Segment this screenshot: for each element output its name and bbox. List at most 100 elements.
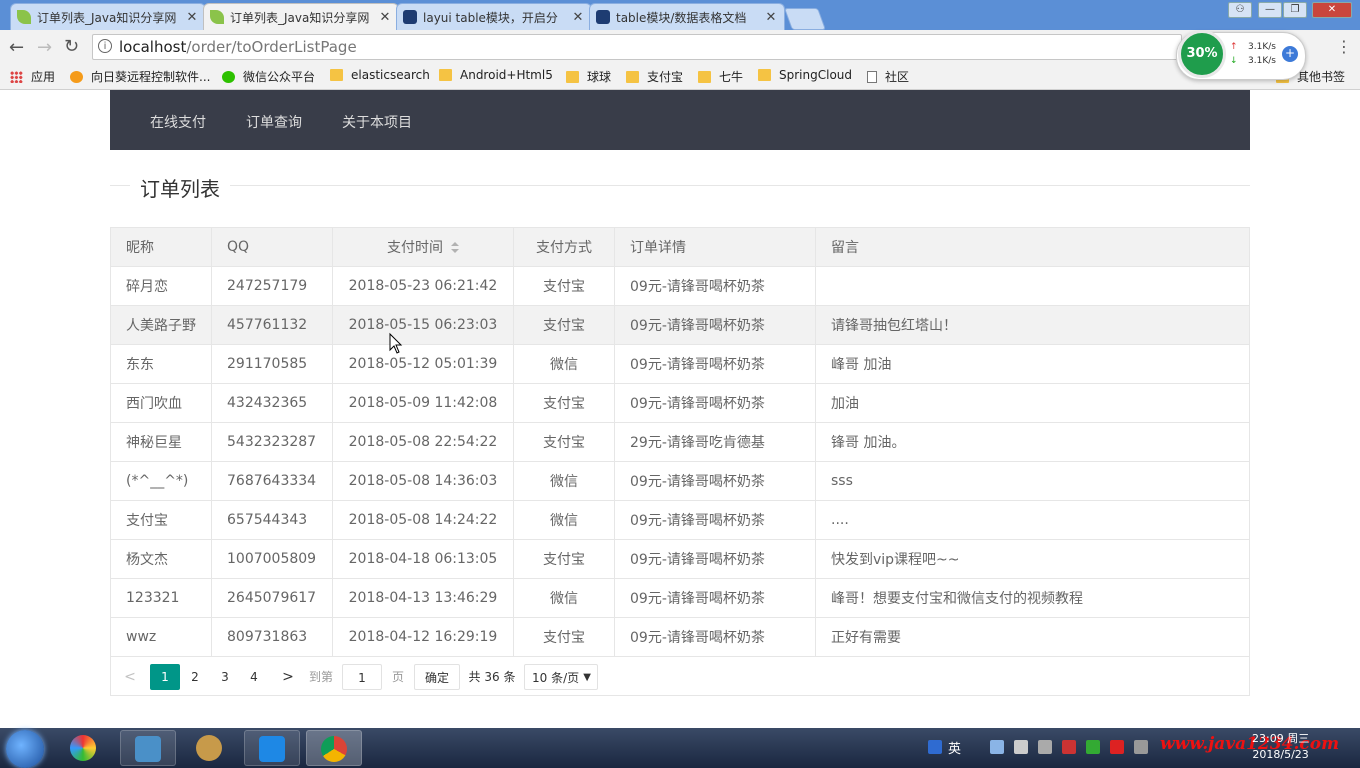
page-1[interactable]: 1 bbox=[150, 664, 180, 690]
confirm-button[interactable]: 确定 bbox=[414, 664, 460, 690]
bookmark-qiuqiu[interactable]: 球球 bbox=[566, 68, 611, 85]
user-icon[interactable]: ⚇ bbox=[1228, 2, 1252, 18]
bookmark-alipay[interactable]: 支付宝 bbox=[626, 68, 683, 85]
tab-1[interactable]: 订单列表_Java知识分享网 ✕ bbox=[10, 3, 206, 30]
cell-order-detail: 09元-请锋哥喝杯奶茶 bbox=[614, 578, 816, 618]
table-row: 神秘巨星 5432323287 2018-05-08 22:54:22 支付宝 29元-… bbox=[110, 422, 1250, 462]
col-pay-time[interactable]: 支付时间 bbox=[332, 227, 514, 267]
tray-icon[interactable] bbox=[990, 740, 1004, 754]
cell-pay-time: 2018-04-18 06:13:05 bbox=[332, 539, 514, 579]
doc-favicon-icon bbox=[596, 10, 610, 24]
bookmark-community[interactable]: 社区 bbox=[867, 68, 909, 85]
bookmark-qiniu[interactable]: 七牛 bbox=[698, 68, 743, 85]
maximize-button[interactable]: ❐ bbox=[1283, 2, 1307, 18]
cell-pay-time: 2018-05-08 22:54:22 bbox=[332, 422, 514, 462]
folder-icon bbox=[566, 70, 579, 83]
wps-icon bbox=[259, 736, 285, 762]
taskbar-app-wps[interactable] bbox=[244, 730, 300, 766]
shield-icon[interactable] bbox=[1086, 740, 1100, 754]
cell-message: 锋哥 加油。 bbox=[815, 422, 1250, 462]
cell-pay-time: 2018-04-12 16:29:19 bbox=[332, 617, 514, 657]
cell-pay-time: 2018-05-08 14:36:03 bbox=[332, 461, 514, 501]
plus-icon[interactable]: + bbox=[1282, 46, 1298, 62]
cell-message: 请锋哥抽包红塔山！ bbox=[815, 305, 1250, 345]
folder-icon bbox=[698, 70, 711, 83]
info-icon[interactable]: i bbox=[98, 39, 112, 53]
cell-pay-method: 支付宝 bbox=[513, 422, 615, 462]
minimize-button[interactable]: — bbox=[1258, 2, 1282, 18]
cell-message: 加油 bbox=[815, 383, 1250, 423]
forward-icon[interactable]: → bbox=[37, 37, 52, 58]
cell-nickname: 西门吹血 bbox=[110, 383, 212, 423]
url-text[interactable]: localhost/order/toOrderListPage bbox=[119, 38, 357, 56]
sort-icon[interactable] bbox=[451, 242, 459, 254]
gear-icon bbox=[196, 735, 222, 761]
back-icon[interactable]: ← bbox=[9, 37, 24, 58]
chrome-icon bbox=[321, 736, 347, 762]
cell-pay-method: 支付宝 bbox=[513, 617, 615, 657]
bookmark-springcloud[interactable]: SpringCloud bbox=[758, 68, 852, 82]
goto-page-input[interactable]: 1 bbox=[342, 664, 382, 690]
cell-pay-method: 微信 bbox=[513, 344, 615, 384]
menu-icon[interactable]: ⋮ bbox=[1336, 37, 1352, 56]
page-icon bbox=[867, 70, 877, 83]
next-page-icon[interactable]: > bbox=[278, 664, 298, 690]
total-count: 共 36 条 bbox=[468, 670, 516, 684]
close-icon[interactable]: ✕ bbox=[764, 10, 778, 25]
page-size-select[interactable]: 10 条/页 ▼ bbox=[524, 664, 598, 690]
bookmark-wechat[interactable]: 微信公众平台 bbox=[222, 68, 315, 85]
cell-order-detail: 09元-请锋哥喝杯奶茶 bbox=[614, 539, 816, 579]
tab-4[interactable]: table模块/数据表格文档 ✕ bbox=[589, 3, 785, 30]
cell-pay-method: 微信 bbox=[513, 461, 615, 501]
apps-icon bbox=[10, 70, 23, 83]
tab-title: layui table模块，开启分 bbox=[423, 10, 558, 25]
ime-icon[interactable] bbox=[928, 740, 942, 754]
clock[interactable]: 23:09 周三 2018/5/23 bbox=[1252, 731, 1309, 763]
taskbar-app-eclipse[interactable] bbox=[182, 730, 238, 766]
ime-indicator[interactable]: 英 bbox=[948, 738, 961, 757]
reload-icon[interactable]: ↻ bbox=[64, 36, 79, 57]
close-icon[interactable]: ✕ bbox=[185, 10, 199, 25]
cell-nickname: wwz bbox=[110, 617, 212, 657]
close-icon[interactable]: ✕ bbox=[571, 10, 585, 25]
tray-icon[interactable] bbox=[1062, 740, 1076, 754]
tab-2[interactable]: 订单列表_Java知识分享网 ✕ bbox=[203, 3, 399, 30]
upload-arrow-icon: ↑ bbox=[1230, 42, 1238, 52]
cell-pay-time: 2018-05-08 14:24:22 bbox=[332, 500, 514, 540]
speed-percent: 30% bbox=[1178, 30, 1226, 78]
tray-icon[interactable] bbox=[1038, 740, 1052, 754]
cell-order-detail: 09元-请锋哥喝杯奶茶 bbox=[614, 461, 816, 501]
table-row: 人美路子野 457761132 2018-05-15 06:23:03 支付宝 09元-… bbox=[110, 305, 1250, 345]
cell-qq: 2645079617 bbox=[211, 578, 333, 618]
bookmark-apps[interactable]: 应用 bbox=[10, 68, 55, 85]
table-header-row: 昵称 QQ 支付时间 支付方式 订单详情 留言 bbox=[110, 227, 1250, 267]
mouse-cursor-icon bbox=[389, 332, 403, 354]
cell-pay-time: 2018-04-13 13:46:29 bbox=[332, 578, 514, 618]
nav-online-pay[interactable]: 在线支付 bbox=[150, 112, 206, 132]
tray-icon[interactable] bbox=[1134, 740, 1148, 754]
folder-icon bbox=[626, 70, 639, 83]
start-button[interactable] bbox=[6, 730, 44, 768]
page-4[interactable]: 4 bbox=[244, 664, 264, 690]
tray-icon[interactable] bbox=[1014, 740, 1028, 754]
tab-3[interactable]: layui table模块，开启分 ✕ bbox=[396, 3, 592, 30]
bookmark-android[interactable]: Android+Html5 bbox=[439, 68, 553, 82]
tab-title: table模块/数据表格文档 bbox=[616, 10, 747, 25]
download-speed: 3.1K/s bbox=[1248, 56, 1276, 66]
tray-icon[interactable] bbox=[1110, 740, 1124, 754]
close-icon[interactable]: ✕ bbox=[378, 10, 392, 25]
taskbar-app-color[interactable] bbox=[56, 730, 112, 766]
cell-qq: 1007005809 bbox=[211, 539, 333, 579]
taskbar-app-dolphin[interactable] bbox=[120, 730, 176, 766]
page-3[interactable]: 3 bbox=[215, 664, 235, 690]
window-close-button[interactable]: ✕ bbox=[1312, 2, 1352, 18]
table-row: wwz 809731863 2018-04-12 16:29:19 支付宝 09元-请锋… bbox=[110, 617, 1250, 657]
page-2[interactable]: 2 bbox=[185, 664, 205, 690]
bookmark-elasticsearch[interactable]: elasticsearch bbox=[330, 68, 430, 82]
cell-pay-method: 支付宝 bbox=[513, 266, 615, 306]
bookmark-sunlogin[interactable]: 向日葵远程控制软件... bbox=[70, 68, 210, 85]
nav-order-query[interactable]: 订单查询 bbox=[246, 112, 302, 132]
taskbar-app-chrome[interactable] bbox=[306, 730, 362, 766]
prev-page-icon[interactable]: < bbox=[120, 664, 140, 690]
nav-about[interactable]: 关于本项目 bbox=[342, 112, 412, 132]
